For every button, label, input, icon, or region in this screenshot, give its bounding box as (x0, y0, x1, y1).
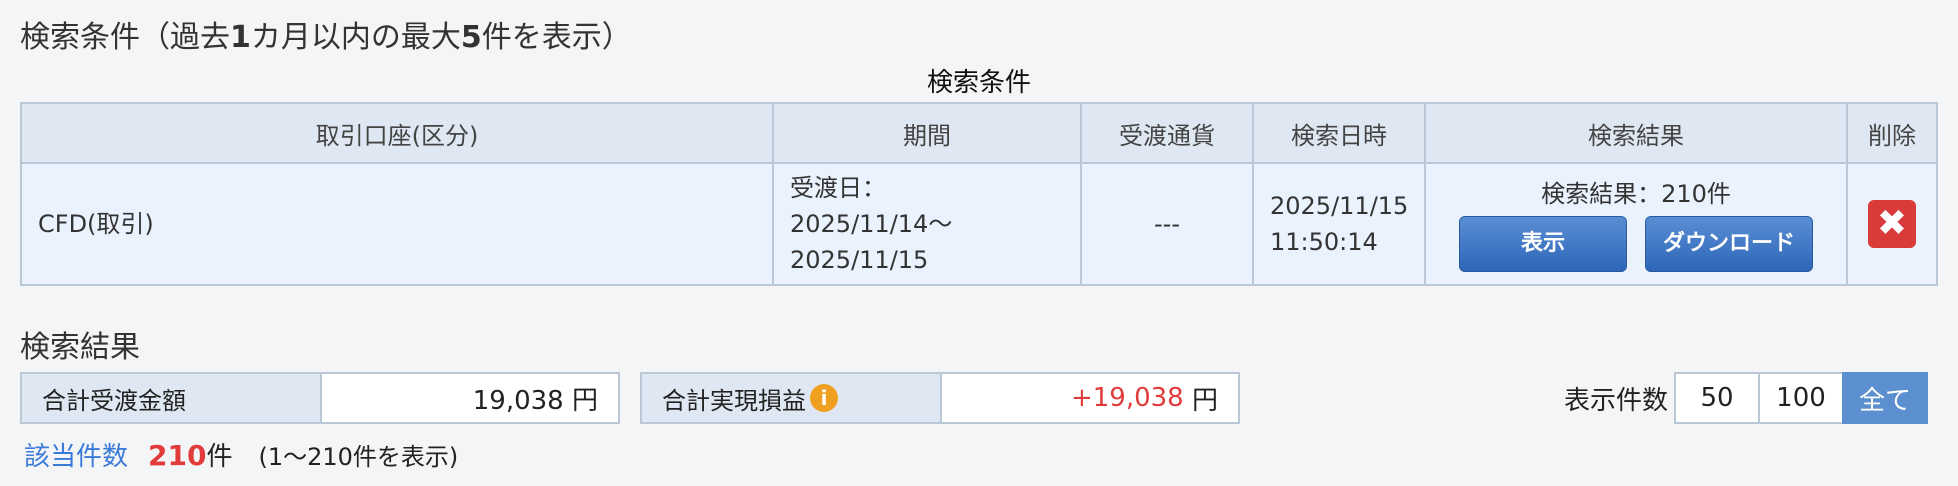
page-size-all[interactable]: 全て (1842, 372, 1928, 424)
search-conditions-title: 検索条件（過去1カ月以内の最大5件を表示） (20, 20, 632, 55)
delete-icon[interactable]: ✖ (1868, 200, 1916, 248)
page-size-selector: 50 100 全て (1674, 372, 1928, 424)
cell-account: CFD(取引) (20, 162, 774, 286)
download-button[interactable]: ダウンロード (1645, 216, 1813, 272)
search-conditions-table: 取引口座(区分) 期間 受渡通貨 検索日時 検索結果 削除 CFD(取引) 受渡… (20, 102, 1938, 286)
page-size-50[interactable]: 50 (1674, 372, 1760, 424)
total-pl-value-cell: +19,038 円 (942, 374, 1238, 422)
header-currency: 受渡通貨 (1080, 102, 1254, 164)
total-transfer-label: 合計受渡金額 (22, 374, 322, 422)
cell-search-result: 検索結果：210件 表示 ダウンロード (1424, 162, 1848, 286)
total-pl-unit: 円 (1183, 385, 1218, 416)
hits-count: 210 (148, 439, 207, 472)
total-transfer-box: 合計受渡金額 19,038 円 (20, 372, 620, 424)
show-button[interactable]: 表示 (1459, 216, 1627, 272)
total-pl-label-cell: 合計実現損益 i (642, 374, 942, 422)
results-title: 検索結果 (20, 330, 140, 365)
hits-label-link[interactable]: 該当件数 (24, 436, 128, 473)
hits-range: (1〜210件を表示) (258, 443, 459, 471)
hits-summary: 該当件数 210 件 (1〜210件を表示) (24, 436, 458, 473)
cell-period: 受渡日： 2025/11/14〜2025/11/15 (772, 162, 1082, 286)
result-count-text: 検索結果：210件 (1541, 180, 1731, 208)
header-delete: 削除 (1846, 102, 1938, 164)
cell-currency: --- (1080, 162, 1254, 286)
cell-search-datetime: 2025/11/15 11:50:14 (1252, 162, 1426, 286)
page-size-100[interactable]: 100 (1758, 372, 1844, 424)
display-count-label: 表示件数 (1564, 385, 1669, 416)
table-caption: 検索条件 (926, 68, 1031, 98)
cell-delete: ✖ (1846, 162, 1938, 286)
table-row: CFD(取引) 受渡日： 2025/11/14〜2025/11/15 --- 2… (20, 162, 1938, 286)
total-pl-box: 合計実現損益 i +19,038 円 (640, 372, 1240, 424)
info-icon[interactable]: i (810, 384, 838, 412)
total-pl-value: +19,038 (1070, 383, 1184, 413)
total-transfer-value: 19,038 円 (322, 374, 618, 422)
table-header-row: 取引口座(区分) 期間 受渡通貨 検索日時 検索結果 削除 (20, 102, 1938, 164)
header-search-datetime: 検索日時 (1252, 102, 1426, 164)
total-pl-label: 合計実現損益 (662, 386, 806, 415)
header-account: 取引口座(区分) (20, 102, 774, 164)
header-search-result: 検索結果 (1424, 102, 1848, 164)
header-period: 期間 (772, 102, 1082, 164)
hits-unit: 件 (206, 442, 233, 472)
